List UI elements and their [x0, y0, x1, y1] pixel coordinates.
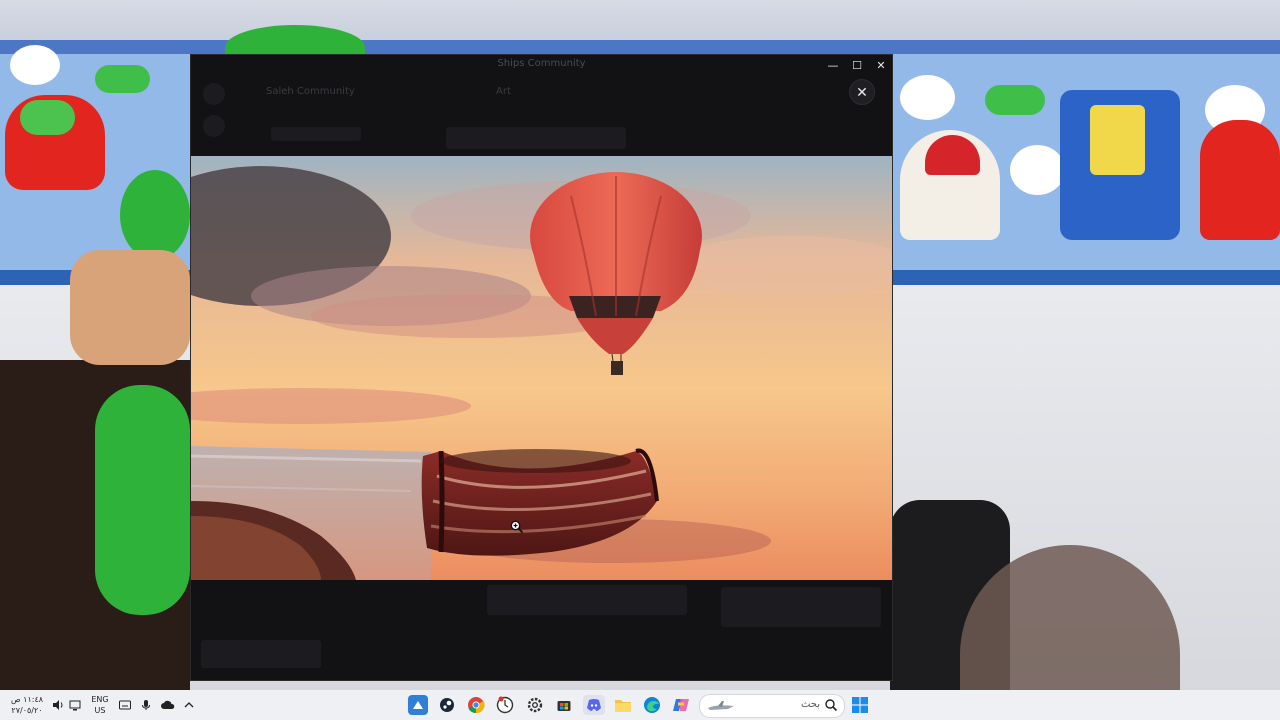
start-button[interactable] [850, 695, 870, 715]
windows-logo-icon [852, 697, 868, 713]
lang-line2: US [94, 706, 106, 715]
taskbar-clock[interactable]: ١١:٤٨ ص ٢٧/٠٥/٢٠ [8, 694, 46, 716]
chrome-icon[interactable] [466, 695, 486, 715]
plane-search-highlight-icon [708, 701, 734, 710]
title-bar: Ships Community — ☐ ✕ [191, 55, 892, 75]
close-button[interactable]: ✕ [869, 55, 893, 75]
store-icon[interactable] [554, 695, 574, 715]
channel-name: Art [496, 86, 511, 97]
copilot-icon[interactable] [671, 695, 691, 715]
settings-icon[interactable] [525, 695, 545, 715]
search-icon [825, 699, 838, 712]
server-name: Saleh Community [266, 86, 355, 97]
wall [0, 0, 1280, 40]
steam-icon[interactable] [437, 695, 457, 715]
discord-icon[interactable] [583, 695, 605, 715]
plush-toy-arm [95, 385, 190, 615]
car-decoration [1200, 120, 1280, 240]
taskbar: ١١:٤٨ ص ٢٧/٠٥/٢٠ ENG US بحث [0, 690, 1280, 720]
cloud-decoration [1010, 145, 1065, 195]
minimize-button[interactable]: — [821, 55, 845, 75]
keyboard-icon[interactable] [117, 690, 133, 720]
plane-decoration [95, 65, 150, 93]
app-window: Ships Community — ☐ ✕ Saleh Community Ar… [191, 55, 892, 680]
lang-line1: ENG [91, 695, 109, 704]
file-explorer-icon[interactable] [613, 695, 633, 715]
image-viewer[interactable] [191, 156, 892, 580]
cloud-decoration [900, 75, 955, 120]
clock-time: ١١:٤٨ ص [10, 695, 44, 704]
plush-toy-face [70, 250, 190, 365]
cloud-decoration [10, 45, 60, 85]
server-icon [203, 115, 225, 137]
clock-app-icon[interactable] [495, 695, 515, 715]
volume-icon[interactable] [50, 690, 66, 720]
car-window-decoration [20, 100, 75, 135]
window-title: Ships Community [497, 58, 586, 69]
microphone-icon[interactable] [138, 690, 154, 720]
network-icon[interactable] [67, 690, 83, 720]
taskbar-search[interactable]: بحث [699, 694, 845, 718]
plush-toy-body [120, 170, 190, 260]
dimmed-row [487, 585, 687, 615]
cloud-icon[interactable] [159, 690, 177, 720]
language-indicator[interactable]: ENG US [89, 694, 111, 716]
edge-icon[interactable] [642, 695, 662, 715]
user-panel [201, 640, 321, 668]
zoom-in-icon [510, 520, 524, 534]
bus-window-decoration [1090, 105, 1145, 175]
clock-date: ٢٧/٠٥/٢٠ [11, 706, 43, 715]
search-placeholder: بحث [800, 699, 820, 710]
close-viewer-button[interactable]: ✕ [849, 79, 875, 105]
maximize-button[interactable]: ☐ [845, 55, 869, 75]
dimmed-row [721, 587, 881, 627]
dimmed-row [446, 127, 626, 149]
dimmed-row [271, 127, 361, 141]
whiteboard-app-icon[interactable] [408, 695, 428, 715]
server-icon [203, 83, 225, 105]
plane-decoration [985, 85, 1045, 115]
painting-image [191, 156, 892, 580]
chevron-up-icon[interactable] [181, 690, 197, 720]
